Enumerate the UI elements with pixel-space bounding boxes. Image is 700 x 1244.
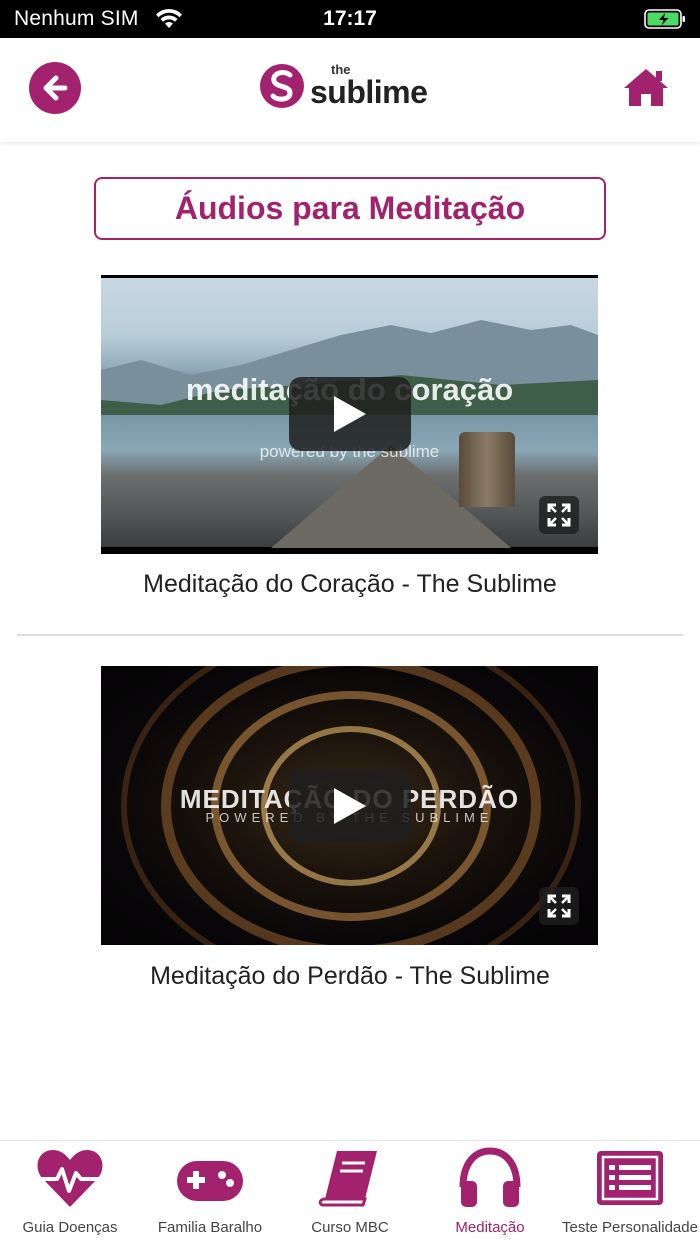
video-caption: Meditação do Perdão - The Sublime xyxy=(150,962,550,990)
tab-label: Curso MBC xyxy=(311,1219,389,1236)
video-player[interactable]: MEDITAÇÃO DO PERDÃO POWERED BY THE SUBLI… xyxy=(101,666,598,945)
tab-familia-baralho[interactable]: Familia Baralho xyxy=(140,1141,280,1244)
tab-teste-personalidade[interactable]: Teste Personalidade xyxy=(560,1141,700,1244)
play-button[interactable] xyxy=(289,769,411,843)
list-icon xyxy=(597,1151,663,1205)
fullscreen-icon xyxy=(547,503,571,527)
status-bar: Nenhum SIM 17:17 xyxy=(0,0,700,38)
tab-label: Familia Baralho xyxy=(157,1219,263,1236)
heartbeat-icon xyxy=(37,1150,103,1207)
logo-mark xyxy=(260,64,304,108)
video-player[interactable]: meditação do coração powered by the subl… xyxy=(101,275,598,554)
video-caption: Meditação do Coração - The Sublime xyxy=(143,570,557,598)
page-title-box: Áudios para Meditação xyxy=(94,177,606,240)
fullscreen-button[interactable] xyxy=(539,887,579,925)
fullscreen-icon xyxy=(547,894,571,918)
logo-sublime-text: sublime xyxy=(310,74,428,110)
divider xyxy=(17,634,683,636)
the-sublime-logo: the sublime xyxy=(260,62,450,112)
tab-guia-doencas[interactable]: Guia Doenças xyxy=(0,1141,140,1244)
play-icon xyxy=(334,396,366,432)
back-button[interactable] xyxy=(29,62,81,114)
tab-label: Meditação xyxy=(455,1219,525,1236)
clock-label: 17:17 xyxy=(323,7,377,30)
book-icon xyxy=(318,1151,377,1207)
fullscreen-button[interactable] xyxy=(539,496,579,534)
tab-label: Guia Doenças xyxy=(22,1219,118,1236)
bottom-tab-bar: Guia Doenças Familia Baralho Curso MBC M… xyxy=(0,1140,700,1244)
home-icon[interactable] xyxy=(622,66,670,108)
battery-charging-icon xyxy=(644,9,685,29)
page-title: Áudios para Meditação xyxy=(174,190,526,226)
gamepad-icon xyxy=(177,1161,243,1201)
tab-meditacao[interactable]: Meditação xyxy=(420,1141,560,1244)
play-icon xyxy=(334,788,366,824)
nav-header: the sublime xyxy=(0,38,700,142)
tab-label: Teste Personalidade xyxy=(562,1219,698,1236)
headphones-icon xyxy=(459,1147,521,1207)
back-arrow-icon xyxy=(43,75,68,101)
tab-curso-mbc[interactable]: Curso MBC xyxy=(280,1141,420,1244)
play-button[interactable] xyxy=(289,377,411,451)
logo-s-icon xyxy=(270,70,293,102)
app-screen: Nenhum SIM 17:17 the sublime Áudios para… xyxy=(0,0,700,1244)
